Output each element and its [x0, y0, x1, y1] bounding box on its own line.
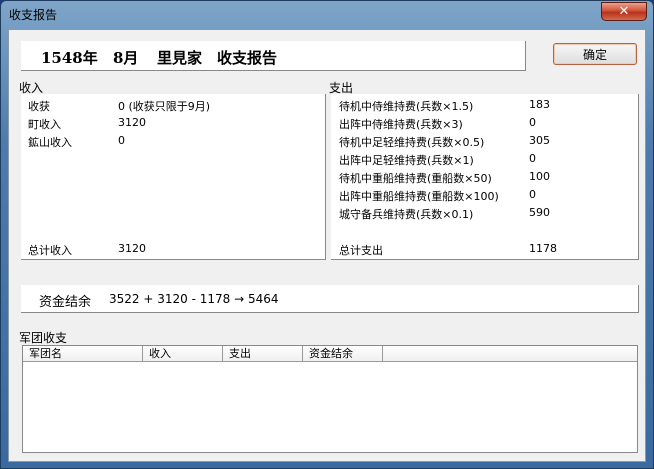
expense-value-5: 0 — [529, 188, 536, 201]
close-button[interactable]: ✕ — [601, 2, 647, 21]
expense-label-4: 待机中重船维持费(重船数×50) — [339, 172, 492, 185]
expense-label-3: 出阵中足轻维持费(兵数×1) — [339, 154, 474, 167]
column-header-army-name[interactable]: 军团名 — [23, 346, 143, 362]
income-value-mine: 0 — [118, 134, 125, 147]
expense-value-0: 183 — [529, 98, 550, 111]
ok-button[interactable]: 确定 — [553, 43, 637, 65]
column-header-income[interactable]: 收入 — [143, 346, 223, 362]
column-header-filler — [383, 346, 637, 362]
close-icon: ✕ — [618, 4, 630, 19]
income-value-town: 3120 — [118, 116, 146, 129]
expense-label-0: 待机中侍维持费(兵数×1.5) — [339, 100, 474, 113]
income-label-mine: 鉱山收入 — [28, 136, 72, 149]
expense-total-label: 总计支出 — [339, 244, 383, 257]
column-header-expense[interactable]: 支出 — [223, 346, 303, 362]
income-label-harvest: 收获 — [28, 100, 50, 113]
expense-label-5: 出阵中重船维持费(重船数×100) — [339, 190, 499, 203]
army-title: 军团收支 — [19, 331, 68, 345]
balance-formula: 3522 + 3120 - 1178 → 5464 — [109, 292, 279, 306]
army-table-header: 军团名 收入 支出 资金结余 — [23, 346, 637, 362]
column-header-balance[interactable]: 资金结余 — [303, 346, 383, 362]
income-label-town: 町收入 — [28, 118, 61, 131]
expense-label-1: 出阵中侍维持费(兵数×3) — [339, 118, 463, 131]
header-clan: 里見家 — [157, 49, 203, 67]
expense-label-2: 待机中足轻维持费(兵数×0.5) — [339, 136, 485, 149]
window-title: 收支报告 — [9, 8, 58, 22]
expense-value-6: 590 — [529, 206, 550, 219]
report-window: 收支报告 ✕ 1548年 8月 里見家 收支报告 确定 收入 收获 0 (收获只… — [0, 0, 654, 469]
report-header: 1548年 8月 里見家 收支报告 — [21, 41, 526, 71]
income-total-value: 3120 — [118, 242, 146, 255]
expense-value-3: 0 — [529, 152, 536, 165]
client-area: 1548年 8月 里見家 收支报告 确定 收入 收获 0 (收获只限于9月) 町… — [8, 29, 646, 462]
income-total-label: 总计收入 — [28, 244, 72, 257]
header-year: 1548年 — [41, 49, 98, 67]
header-month: 8月 — [113, 49, 139, 67]
expense-value-2: 305 — [529, 134, 550, 147]
expense-value-4: 100 — [529, 170, 550, 183]
army-table[interactable]: 军团名 收入 支出 资金结余 — [22, 345, 638, 453]
expense-value-1: 0 — [529, 116, 536, 129]
income-panel: 收获 0 (收获只限于9月) 町收入 3120 鉱山收入 0 总计收入 3120 — [21, 94, 326, 260]
expense-label-6: 城守备兵维持费(兵数×0.1) — [339, 208, 474, 221]
header-report: 收支报告 — [217, 49, 278, 67]
balance-box: 资金结余 3522 + 3120 - 1178 → 5464 — [21, 285, 639, 313]
income-value-harvest: 0 (收获只限于9月) — [118, 100, 211, 113]
title-bar[interactable]: 收支报告 ✕ — [1, 1, 653, 27]
balance-label: 资金结余 — [39, 295, 92, 310]
expense-panel: 待机中侍维持费(兵数×1.5) 183 出阵中侍维持费(兵数×3) 0 待机中足… — [331, 94, 639, 260]
expense-total-value: 1178 — [529, 242, 557, 255]
